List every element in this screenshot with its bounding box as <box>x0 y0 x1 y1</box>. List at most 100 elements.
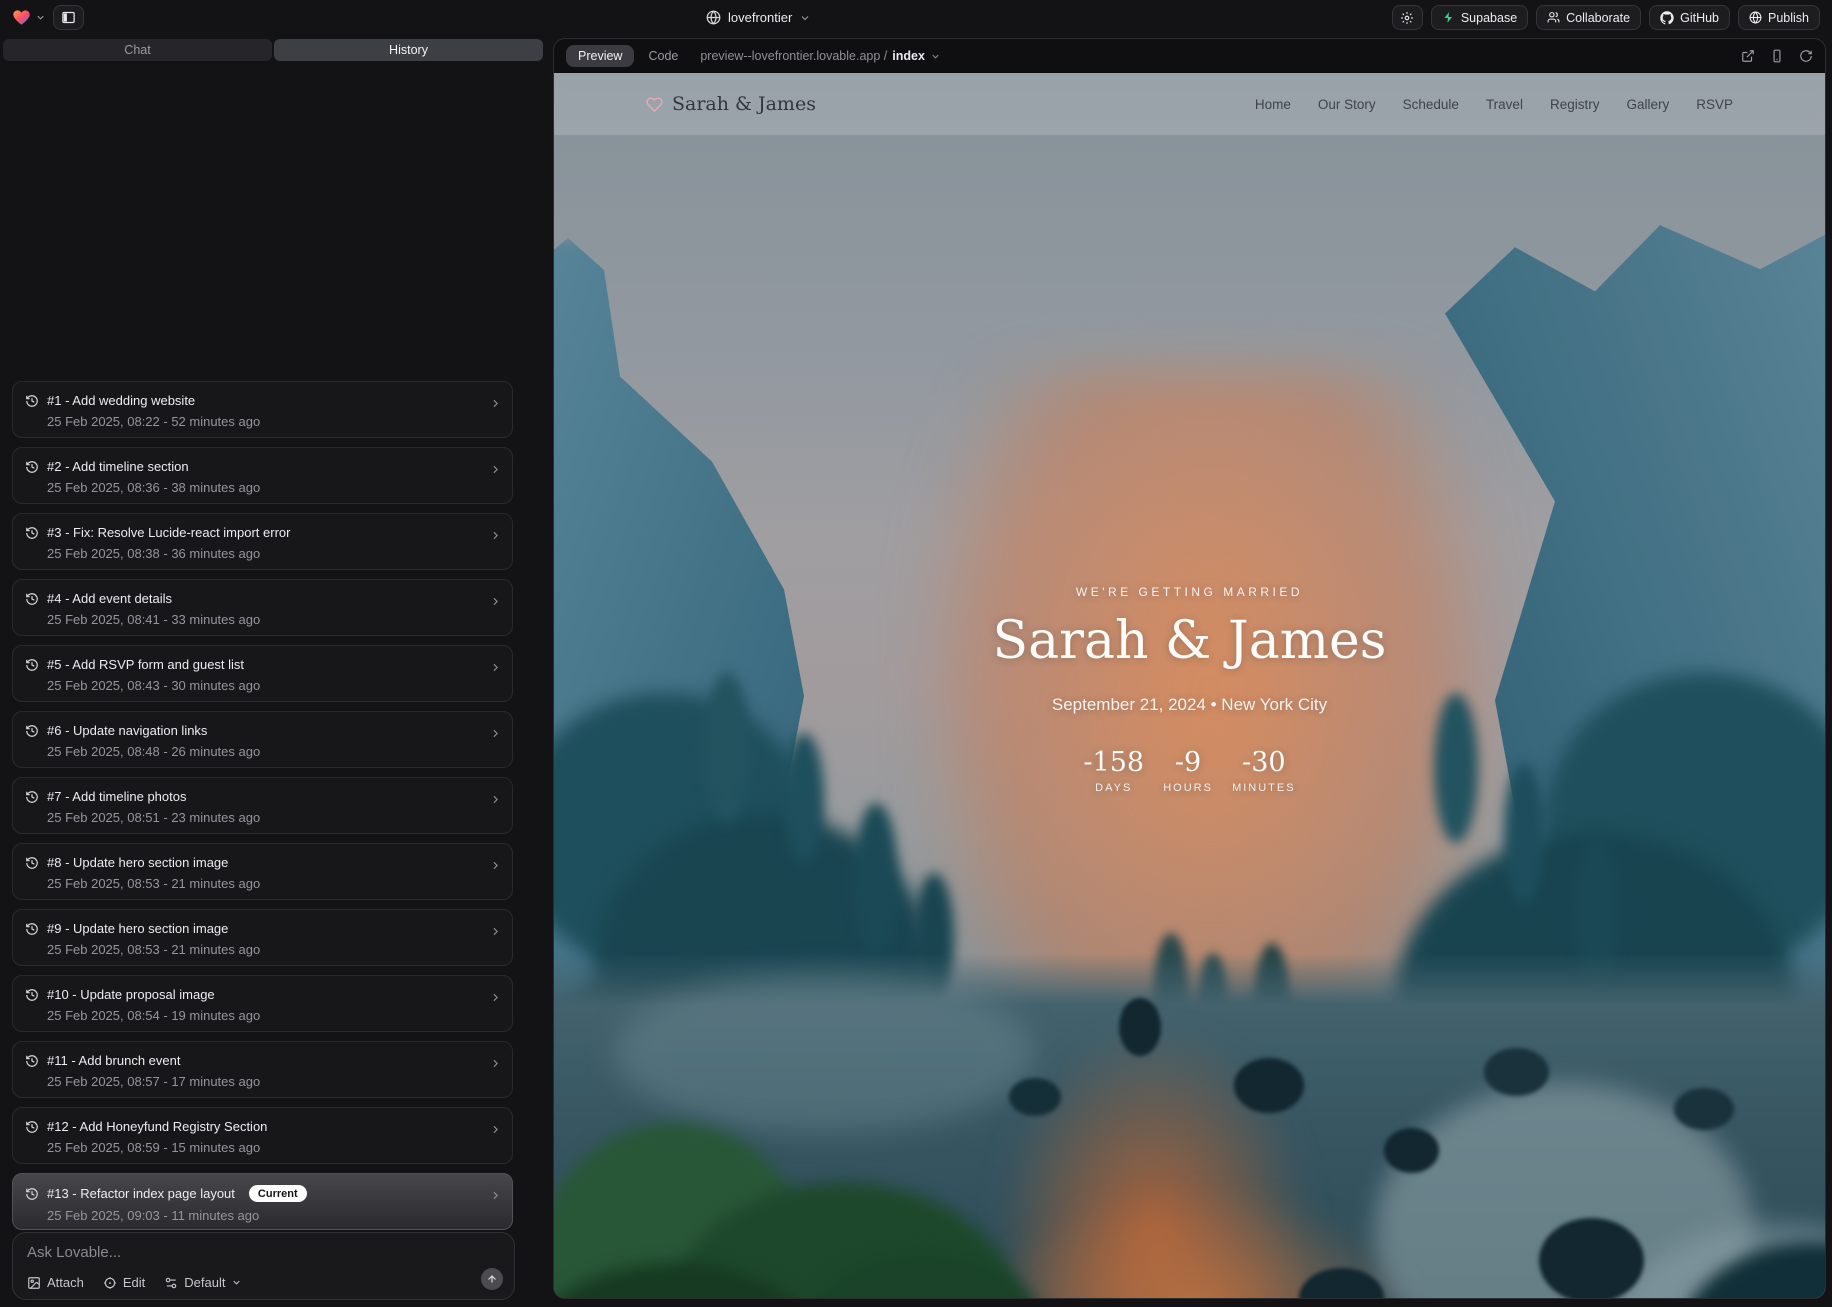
attach-label: Attach <box>47 1275 84 1290</box>
mode-select[interactable]: Default <box>164 1275 242 1290</box>
nav-rsvp[interactable]: RSVP <box>1696 97 1733 112</box>
history-icon <box>25 526 39 540</box>
history-item-timestamp: 25 Feb 2025, 08:48 - 26 minutes ago <box>47 744 500 759</box>
scene-trees <box>1144 1003 1374 1083</box>
nav-gallery[interactable]: Gallery <box>1626 97 1669 112</box>
project-name: lovefrontier <box>728 10 792 25</box>
ask-lovable-input[interactable] <box>27 1244 407 1261</box>
history-item[interactable]: #6 - Update navigation links 25 Feb 2025… <box>12 711 513 768</box>
edit-label: Edit <box>123 1275 145 1290</box>
hero-title: Sarah & James <box>554 611 1825 671</box>
github-label: GitHub <box>1680 11 1719 25</box>
history-item-title: #1 - Add wedding website <box>47 393 195 408</box>
chevron-right-icon <box>489 859 502 872</box>
tab-preview[interactable]: Preview <box>566 45 634 67</box>
scene-rock <box>1299 1268 1384 1298</box>
scene-water-sheen <box>614 973 1034 1133</box>
preview-url-base: preview--lovefrontier.lovable.app / <box>700 49 887 63</box>
github-icon <box>1660 11 1674 25</box>
history-item-title: #6 - Update navigation links <box>47 723 207 738</box>
refresh-icon[interactable] <box>1799 49 1813 63</box>
chevron-down-icon <box>799 12 811 24</box>
current-badge: Current <box>249 1185 307 1202</box>
nav-registry[interactable]: Registry <box>1550 97 1600 112</box>
history-item[interactable]: #2 - Add timeline section 25 Feb 2025, 0… <box>12 447 513 504</box>
history-item-title: #3 - Fix: Resolve Lucide-react import er… <box>47 525 290 540</box>
chevron-right-icon <box>489 1189 502 1202</box>
chevron-down-icon <box>930 51 941 62</box>
lovable-logo-menu[interactable] <box>12 8 46 27</box>
settings-button[interactable] <box>1392 5 1423 30</box>
supabase-button[interactable]: Supabase <box>1431 5 1528 30</box>
history-item-current[interactable]: #13 - Refactor index page layout Current… <box>12 1173 513 1230</box>
history-item[interactable]: #3 - Fix: Resolve Lucide-react import er… <box>12 513 513 570</box>
scene-trees <box>594 813 934 1133</box>
preview-url[interactable]: preview--lovefrontier.lovable.app / inde… <box>700 49 941 63</box>
tab-chat[interactable]: Chat <box>3 39 272 61</box>
scene-trees <box>1254 943 1290 1063</box>
nav-home[interactable]: Home <box>1255 97 1291 112</box>
history-item[interactable]: #8 - Update hero section image 25 Feb 20… <box>12 843 513 900</box>
edit-mode-button[interactable]: Edit <box>103 1275 145 1290</box>
countdown-days-value: -158 <box>1083 747 1144 778</box>
scene-rock <box>1119 998 1161 1056</box>
site-header: Sarah & James Home Our Story Schedule Tr… <box>554 73 1825 135</box>
scene-rock <box>1539 1218 1644 1298</box>
heart-outline-icon <box>646 96 663 113</box>
supabase-icon <box>1442 11 1455 24</box>
scene-river-glow <box>984 1193 1414 1298</box>
history-item-timestamp: 25 Feb 2025, 08:54 - 19 minutes ago <box>47 1008 500 1023</box>
mobile-view-icon[interactable] <box>1770 49 1784 63</box>
history-item[interactable]: #4 - Add event details 25 Feb 2025, 08:4… <box>12 579 513 636</box>
history-item[interactable]: #10 - Update proposal image 25 Feb 2025,… <box>12 975 513 1032</box>
chevron-right-icon <box>489 727 502 740</box>
chevron-right-icon <box>489 925 502 938</box>
countdown-minutes-value: -30 <box>1232 747 1296 778</box>
history-item[interactable]: #11 - Add brunch event 25 Feb 2025, 08:5… <box>12 1041 513 1098</box>
chevron-right-icon <box>489 1057 502 1070</box>
tab-code[interactable]: Code <box>648 49 678 63</box>
history-item[interactable]: #5 - Add RSVP form and guest list 25 Feb… <box>12 645 513 702</box>
image-icon <box>27 1276 41 1290</box>
history-item-title: #5 - Add RSVP form and guest list <box>47 657 244 672</box>
history-item[interactable]: #7 - Add timeline photos 25 Feb 2025, 08… <box>12 777 513 834</box>
project-switcher[interactable]: lovefrontier <box>706 0 811 35</box>
site-hero: WE'RE GETTING MARRIED Sarah & James Sept… <box>554 585 1825 794</box>
site-logo-text: Sarah & James <box>672 93 816 115</box>
countdown-minutes-label: MINUTES <box>1232 782 1296 794</box>
countdown: -158 DAYS -9 HOURS -30 MINUTES <box>554 747 1825 794</box>
history-icon <box>25 1120 39 1134</box>
history-item-title: #13 - Refactor index page layout <box>47 1186 235 1201</box>
mode-label: Default <box>184 1275 225 1290</box>
history-item[interactable]: #12 - Add Honeyfund Registry Section 25 … <box>12 1107 513 1164</box>
scene-rapids <box>1614 1223 1825 1298</box>
history-item-title: #8 - Update hero section image <box>47 855 228 870</box>
chevron-right-icon <box>489 463 502 476</box>
history-item[interactable]: #9 - Update hero section image 25 Feb 20… <box>12 909 513 966</box>
tab-history[interactable]: History <box>274 39 543 61</box>
site-logo[interactable]: Sarah & James <box>646 93 816 115</box>
users-icon <box>1547 11 1560 24</box>
open-external-icon[interactable] <box>1741 49 1755 63</box>
history-item-title: #7 - Add timeline photos <box>47 789 186 804</box>
send-button[interactable] <box>481 1268 503 1290</box>
nav-our-story[interactable]: Our Story <box>1318 97 1376 112</box>
globe-icon <box>1749 11 1762 24</box>
preview-url-page: index <box>892 49 925 63</box>
history-item-title: #9 - Update hero section image <box>47 921 228 936</box>
sliders-icon <box>164 1276 178 1290</box>
scene-grass <box>794 1253 1054 1298</box>
toggle-sidebar-button[interactable] <box>53 5 84 30</box>
nav-schedule[interactable]: Schedule <box>1403 97 1459 112</box>
nav-travel[interactable]: Travel <box>1486 97 1523 112</box>
scene-grass <box>554 1123 814 1298</box>
tab-preview-label: Preview <box>578 49 622 63</box>
chevron-down-icon <box>35 12 46 23</box>
collaborate-button[interactable]: Collaborate <box>1536 5 1641 30</box>
github-button[interactable]: GitHub <box>1649 5 1730 30</box>
history-icon <box>25 592 39 606</box>
publish-button[interactable]: Publish <box>1738 5 1820 30</box>
history-item[interactable]: #1 - Add wedding website 25 Feb 2025, 08… <box>12 381 513 438</box>
attach-button[interactable]: Attach <box>27 1275 84 1290</box>
history-icon <box>25 856 39 870</box>
